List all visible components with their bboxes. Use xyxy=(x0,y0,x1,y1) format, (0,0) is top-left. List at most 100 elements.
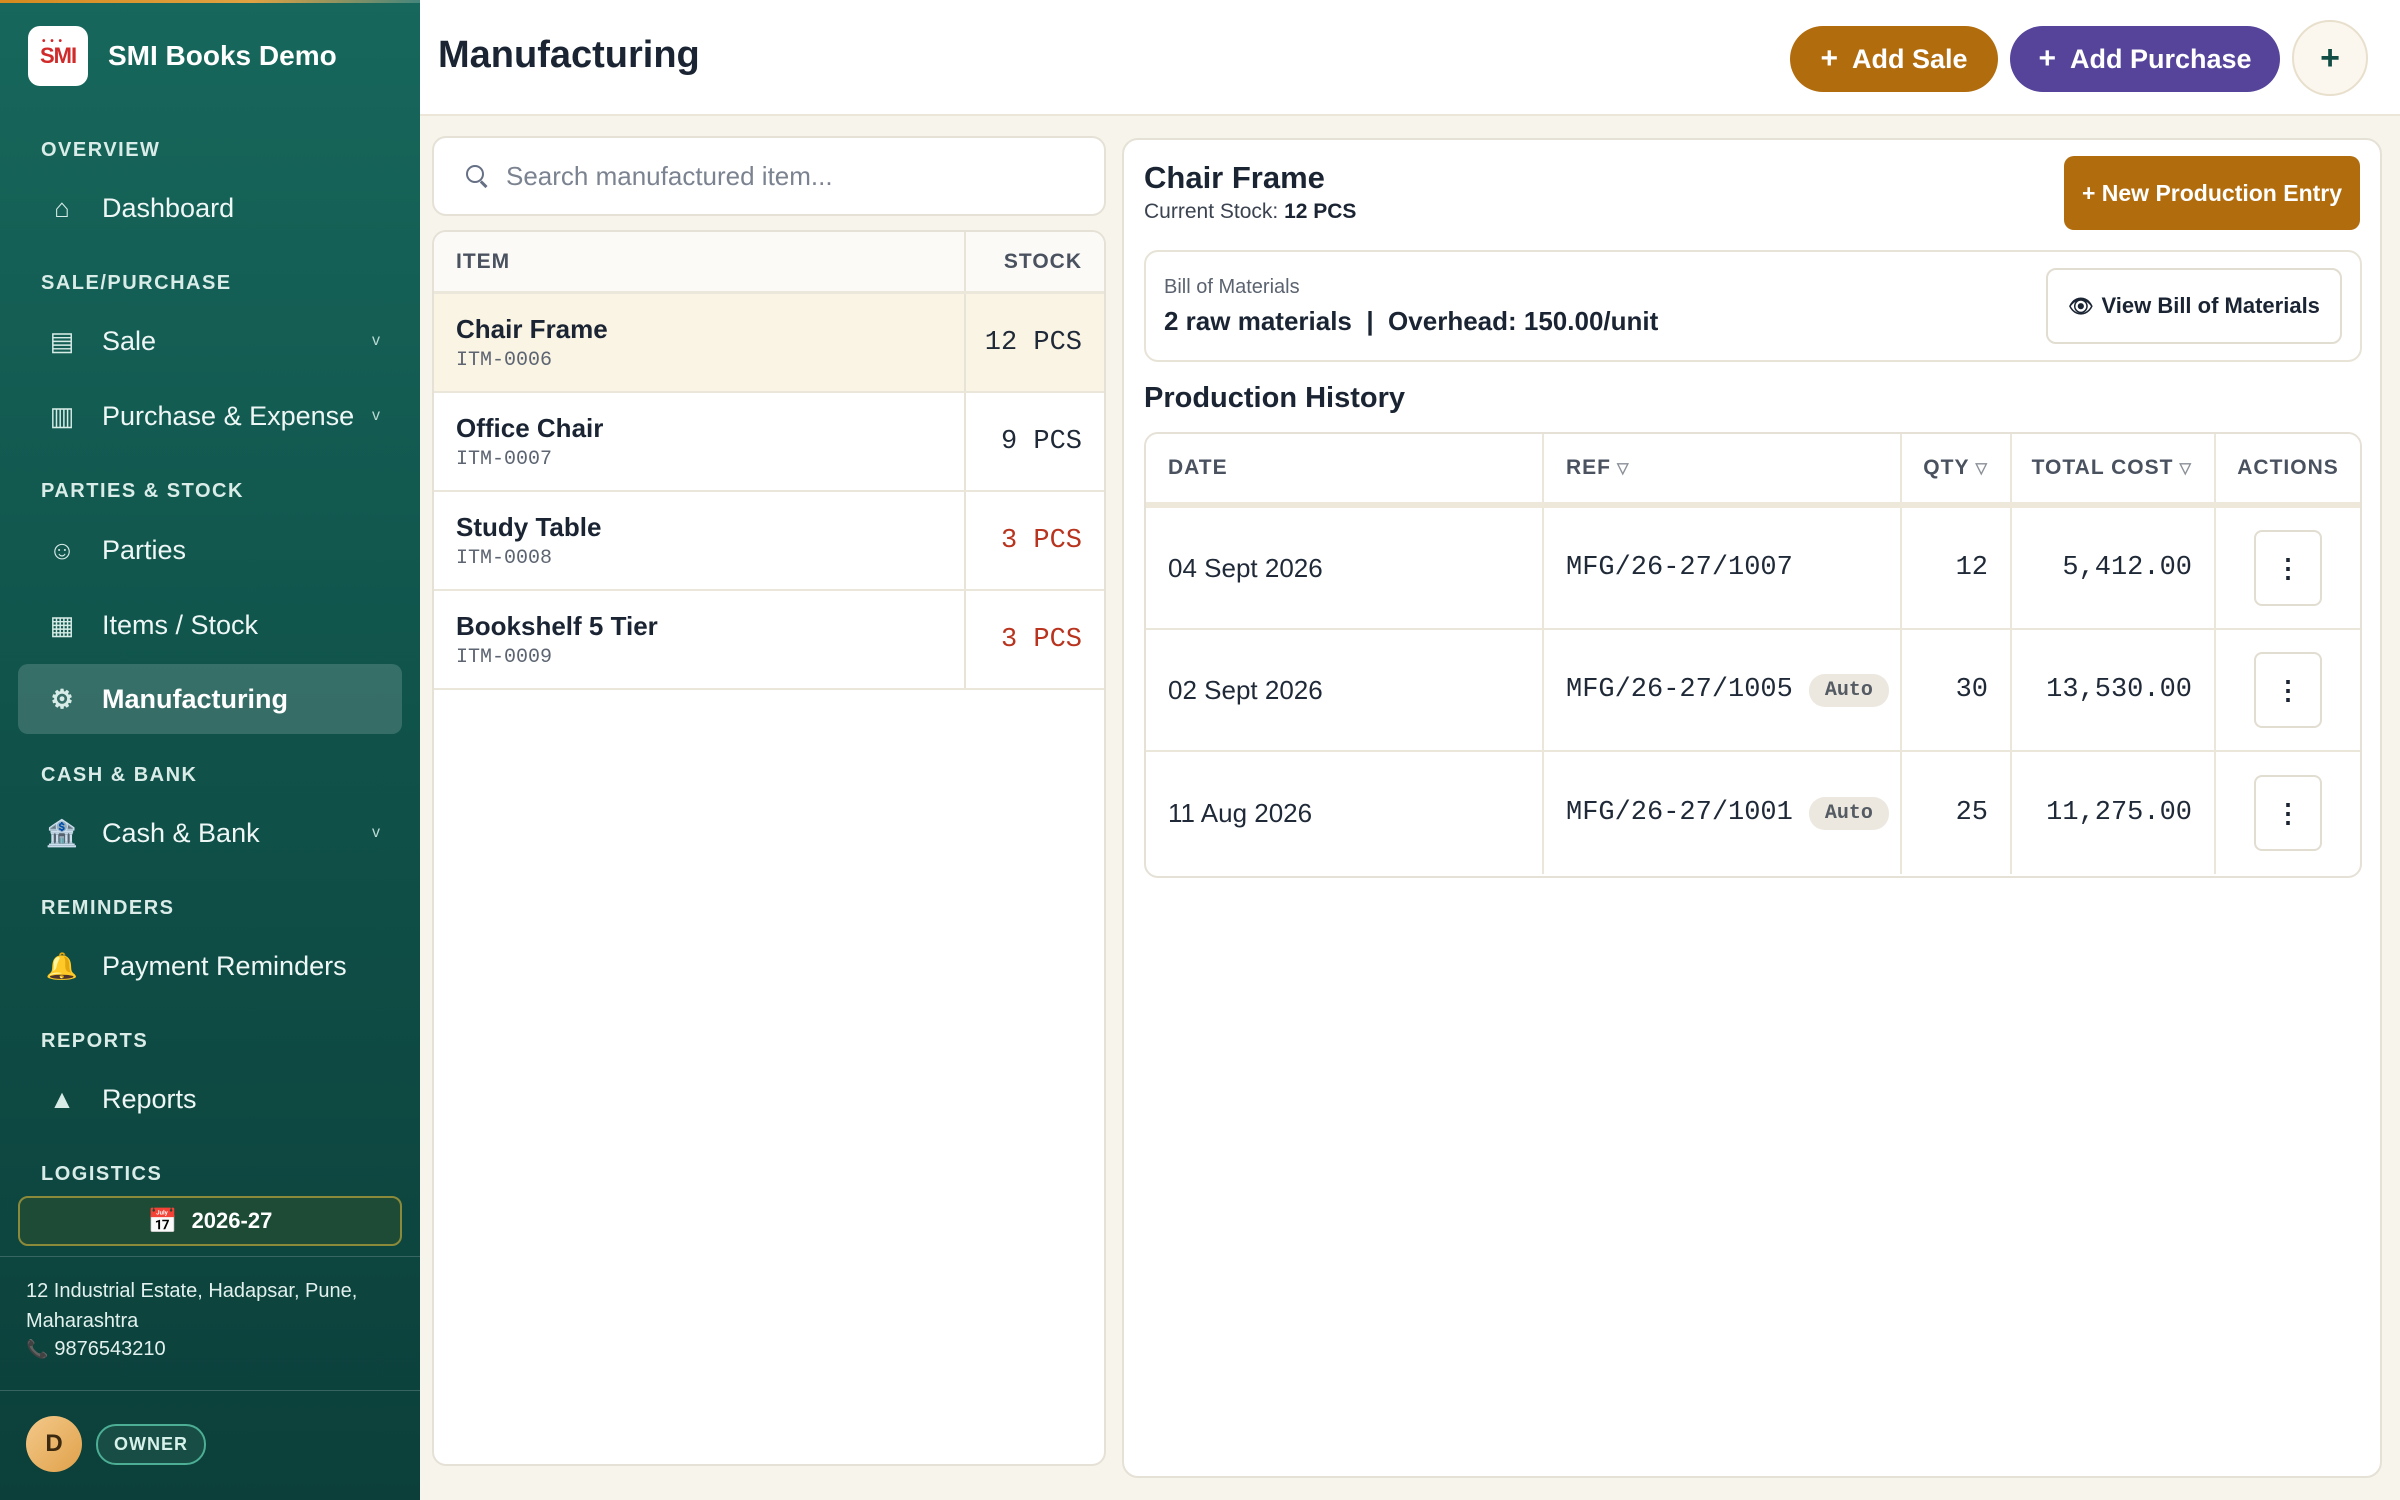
auto-badge: Auto xyxy=(1808,673,1889,707)
history-date: 11 Aug 2026 xyxy=(1146,752,1544,874)
history-ref: MFG/26-27/1005 Auto xyxy=(1544,630,1902,750)
row-actions-button[interactable]: ⋮ xyxy=(2254,530,2322,606)
chevron-down-icon: v xyxy=(372,332,380,349)
search-input[interactable] xyxy=(506,160,1066,192)
calendar-icon: 📅 xyxy=(147,1207,178,1235)
view-bom-label: View Bill of Materials xyxy=(2101,293,2320,318)
role-badge: OWNER xyxy=(96,1423,206,1465)
column-header-total-cost[interactable]: TOTAL COST ▽ xyxy=(2012,434,2216,502)
add-sale-button[interactable]: + Add Sale xyxy=(1790,26,1998,92)
item-code: ITM-0007 xyxy=(456,447,553,471)
item-name: Bookshelf 5 Tier xyxy=(456,610,658,641)
sidebar-item-label: Purchase & Expense xyxy=(102,400,355,431)
production-history-table: DATE REF ▽ QTY ▽ TOTAL COST ▽ ACTIONS 04 Se… xyxy=(1144,432,2362,878)
sidebar-item-label: Payment Reminders xyxy=(102,950,347,981)
sort-icon[interactable]: ▽ xyxy=(1617,459,1630,477)
bom-label: Bill of Materials xyxy=(1164,276,1300,298)
top-accent-stripe xyxy=(0,0,420,3)
sort-icon[interactable]: ▽ xyxy=(1975,459,1988,477)
top-header: Manufacturing + Add Sale + Add Purchase … xyxy=(420,0,2400,116)
search-field[interactable] xyxy=(432,136,1106,216)
section-overview: OVERVIEW xyxy=(41,139,161,161)
sidebar-item-reports[interactable]: ▲ Reports xyxy=(18,1064,402,1134)
plus-icon: + xyxy=(1820,42,1838,75)
sidebar-item-parties[interactable]: ☺ Parties xyxy=(18,515,402,585)
row-actions-button[interactable]: ⋮ xyxy=(2254,775,2322,851)
detail-panel: Chair Frame Current Stock: 12 PCS + New … xyxy=(1122,138,2382,1478)
grid-icon: ▦ xyxy=(49,609,75,640)
column-header-qty[interactable]: QTY ▽ xyxy=(1902,434,2012,502)
cart-icon: ▥ xyxy=(49,400,75,431)
history-qty: 12 xyxy=(1902,508,2012,628)
bank-icon: 🏦 xyxy=(45,817,79,848)
financial-year-label: 2026-27 xyxy=(191,1208,273,1233)
sidebar-item-sale[interactable]: ▤ Sale v xyxy=(18,306,402,376)
financial-year-selector[interactable]: 📅 2026-27 xyxy=(18,1196,402,1246)
brand[interactable]: • • • SMI SMI Books Demo xyxy=(28,26,337,86)
table-row[interactable]: Bookshelf 5 Tier ITM-0009 3 PCS xyxy=(434,591,1104,690)
page-title: Manufacturing xyxy=(438,34,700,76)
add-sale-label: Add Sale xyxy=(1852,43,1968,74)
sidebar-divider xyxy=(0,1256,420,1257)
item-stock-low: 3 PCS xyxy=(1000,525,1082,556)
smile-icon: ☺ xyxy=(48,534,76,565)
section-cash-bank: CASH & BANK xyxy=(41,764,198,786)
item-stock: 12 PCS xyxy=(984,327,1082,358)
table-row[interactable]: Study Table ITM-0008 3 PCS xyxy=(434,492,1104,591)
home-icon: ⌂ xyxy=(54,192,70,223)
user-profile[interactable]: D OWNER xyxy=(26,1416,206,1472)
history-qty: 30 xyxy=(1902,630,2012,750)
items-panel: ITEM STOCK Chair Frame ITM-0006 12 PCS O… xyxy=(432,230,1106,1466)
gear-icon: ⚙ xyxy=(50,683,74,714)
current-stock-value: 12 PCS xyxy=(1284,200,1357,223)
sidebar-item-payment-reminders[interactable]: 🔔 Payment Reminders xyxy=(18,931,402,1001)
new-production-entry-button[interactable]: + New Production Entry xyxy=(2064,156,2360,230)
section-sale-purchase: SALE/PURCHASE xyxy=(41,272,232,294)
history-total-cost: 11,275.00 xyxy=(2012,752,2216,874)
kebab-menu-icon: ⋮ xyxy=(2275,552,2301,583)
sidebar-item-manufacturing[interactable]: ⚙ Manufacturing xyxy=(18,664,402,734)
add-purchase-button[interactable]: + Add Purchase xyxy=(2010,26,2280,92)
item-name: Study Table xyxy=(456,511,602,542)
phone-number: 9876543210 xyxy=(54,1338,166,1360)
history-date: 04 Sept 2026 xyxy=(1146,508,1544,628)
avatar[interactable]: D xyxy=(26,1416,82,1472)
sidebar-item-label: Cash & Bank xyxy=(102,817,260,848)
auto-badge: Auto xyxy=(1808,796,1889,830)
current-stock-label: Current Stock: xyxy=(1144,200,1279,223)
row-actions-button[interactable]: ⋮ xyxy=(2254,652,2322,728)
sidebar-item-dashboard[interactable]: ⌂ Dashboard xyxy=(18,173,402,243)
column-header-stock: STOCK xyxy=(1003,249,1082,273)
plus-icon: + xyxy=(2038,42,2056,75)
business-address: 12 Industrial Estate, Hadapsar, Pune, Ma… xyxy=(26,1280,358,1332)
receipt-icon: ▤ xyxy=(49,325,75,356)
business-phone: 📞 9876543210 xyxy=(26,1338,166,1361)
phone-icon: 📞 xyxy=(26,1339,49,1359)
column-header-date: DATE xyxy=(1146,434,1544,502)
table-row[interactable]: Chair Frame ITM-0006 12 PCS xyxy=(434,294,1104,393)
sort-icon[interactable]: ▽ xyxy=(2179,459,2192,477)
quick-add-button[interactable]: + xyxy=(2292,20,2368,96)
sidebar-item-items-stock[interactable]: ▦ Items / Stock xyxy=(18,590,402,660)
sidebar-item-label: Sale xyxy=(102,325,157,356)
item-name: Chair Frame xyxy=(456,313,608,344)
item-code: ITM-0006 xyxy=(456,348,553,372)
view-bom-button[interactable]: 👁 View Bill of Materials xyxy=(2046,268,2342,344)
history-table-header: DATE REF ▽ QTY ▽ TOTAL COST ▽ ACTIONS xyxy=(1146,434,2360,508)
sidebar: • • • SMI SMI Books Demo OVERVIEW ⌂ Dash… xyxy=(0,0,420,1500)
history-ref: MFG/26-27/1001 Auto xyxy=(1544,752,1902,874)
eye-icon: 👁 xyxy=(2068,295,2094,318)
sidebar-item-purchase-expense[interactable]: ▥ Purchase & Expense v xyxy=(18,381,402,451)
chevron-down-icon: v xyxy=(372,824,380,841)
sidebar-item-cash-bank[interactable]: 🏦 Cash & Bank v xyxy=(18,798,402,868)
column-header-ref[interactable]: REF ▽ xyxy=(1544,434,1902,502)
history-date: 02 Sept 2026 xyxy=(1146,630,1544,750)
item-stock: 9 PCS xyxy=(1000,426,1082,457)
current-stock: Current Stock: 12 PCS xyxy=(1144,200,1356,224)
section-logistics: LOGISTICS xyxy=(41,1163,163,1185)
table-row: 11 Aug 2026 MFG/26-27/1001 Auto 25 11,275… xyxy=(1146,752,2360,874)
chevron-down-icon: v xyxy=(372,407,380,424)
kebab-menu-icon: ⋮ xyxy=(2275,674,2301,705)
table-row[interactable]: Office Chair ITM-0007 9 PCS xyxy=(434,393,1104,492)
sidebar-item-label: Parties xyxy=(102,534,187,565)
